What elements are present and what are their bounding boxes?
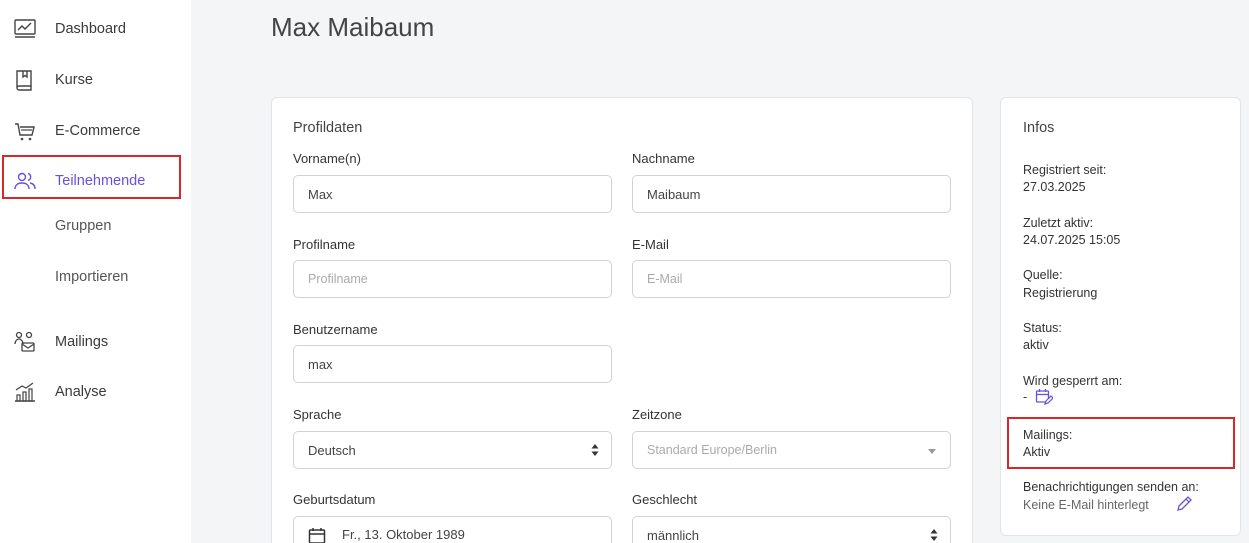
- email-placeholder: E-Mail: [647, 272, 683, 286]
- select-arrows-icon: [930, 529, 938, 541]
- lastname-value: Maibaum: [647, 187, 701, 202]
- sidebar-item-label: Importieren: [55, 269, 129, 285]
- last-active-value: 24.07.2025 15:05: [1023, 233, 1121, 247]
- source-label: Quelle:: [1023, 268, 1063, 282]
- email-input[interactable]: E-Mail: [632, 260, 951, 298]
- username-value: max: [308, 357, 333, 372]
- profilename-label: Profilname: [293, 237, 356, 252]
- calendar-icon: [308, 528, 326, 543]
- sidebar-item-kurse[interactable]: Kurse: [0, 60, 191, 100]
- language-label: Sprache: [293, 407, 342, 422]
- highlight-box-teilnehmende: [2, 155, 181, 199]
- birthdate-label: Geburtsdatum: [293, 492, 376, 507]
- sidebar-item-importieren[interactable]: Importieren: [0, 257, 191, 297]
- sidebar-item-label: E-Commerce: [55, 123, 141, 139]
- status-value: aktiv: [1023, 338, 1049, 352]
- page-title: Max Maibaum: [271, 12, 435, 42]
- birthdate-input[interactable]: Fr., 13. Oktober 1989: [293, 516, 612, 543]
- registered-label: Registriert seit:: [1023, 163, 1107, 177]
- pencil-icon[interactable]: [1176, 495, 1193, 512]
- lastname-input[interactable]: Maibaum: [632, 175, 951, 213]
- sidebar-item-label: Gruppen: [55, 218, 112, 234]
- firstname-label: Vorname(n): [293, 151, 361, 166]
- gender-value: männlich: [647, 528, 700, 543]
- notifications-value: Keine E-Mail hinterlegt: [1023, 498, 1149, 512]
- sidebar-item-ecommerce[interactable]: E-Commerce: [0, 111, 191, 151]
- sidebar-item-dashboard[interactable]: Dashboard: [0, 9, 191, 49]
- gender-select[interactable]: männlich: [632, 516, 951, 543]
- chevron-down-icon: [928, 449, 936, 454]
- select-arrows-icon: [591, 444, 599, 456]
- profile-card: [271, 97, 973, 543]
- username-label: Benutzername: [293, 322, 378, 337]
- email-label: E-Mail: [632, 237, 669, 252]
- profile-card-title: Profildaten: [293, 120, 363, 136]
- birthdate-value: Fr., 13. Oktober 1989: [342, 527, 465, 542]
- timezone-label: Zeitzone: [632, 407, 682, 422]
- sidebar-item-mailings[interactable]: Mailings: [0, 322, 191, 362]
- timezone-placeholder: Standard Europe/Berlin: [647, 443, 777, 457]
- calendar-edit-icon[interactable]: [1035, 388, 1053, 406]
- blocked-value: -: [1023, 390, 1028, 404]
- sidebar-item-gruppen[interactable]: Gruppen: [0, 206, 191, 246]
- mailings-icon: [14, 331, 35, 352]
- blocked-label: Wird gesperrt am:: [1023, 374, 1123, 388]
- dashboard-icon: [14, 19, 36, 38]
- sidebar: Dashboard Kurse E-Commerce Teilnehmende …: [0, 0, 191, 543]
- book-icon: [16, 70, 32, 91]
- username-input[interactable]: max: [293, 345, 612, 383]
- profilename-input[interactable]: Profilname: [293, 260, 612, 298]
- sidebar-item-label: Dashboard: [55, 21, 126, 37]
- profilename-placeholder: Profilname: [308, 272, 368, 286]
- firstname-input[interactable]: Max: [293, 175, 612, 213]
- lastname-label: Nachname: [632, 151, 695, 166]
- gender-label: Geschlecht: [632, 492, 698, 507]
- timezone-select[interactable]: Standard Europe/Berlin: [632, 431, 951, 469]
- sidebar-item-label: Analyse: [55, 384, 107, 400]
- registered-value: 27.03.2025: [1023, 180, 1086, 194]
- language-select[interactable]: Deutsch: [293, 431, 612, 469]
- sidebar-item-label: Kurse: [55, 72, 93, 88]
- notifications-label: Benachrichtigungen senden an:: [1023, 480, 1199, 494]
- status-label: Status:: [1023, 321, 1062, 335]
- cart-icon: [15, 123, 35, 141]
- source-value: Registrierung: [1023, 286, 1098, 300]
- language-value: Deutsch: [308, 443, 356, 458]
- sidebar-item-analyse[interactable]: Analyse: [0, 372, 191, 412]
- highlight-box-mailings: [1007, 417, 1235, 469]
- last-active-label: Zuletzt aktiv:: [1023, 216, 1094, 230]
- sidebar-item-label: Mailings: [55, 334, 109, 350]
- analytics-icon: [15, 382, 35, 402]
- infos-card-title: Infos: [1023, 120, 1055, 136]
- firstname-value: Max: [308, 187, 333, 202]
